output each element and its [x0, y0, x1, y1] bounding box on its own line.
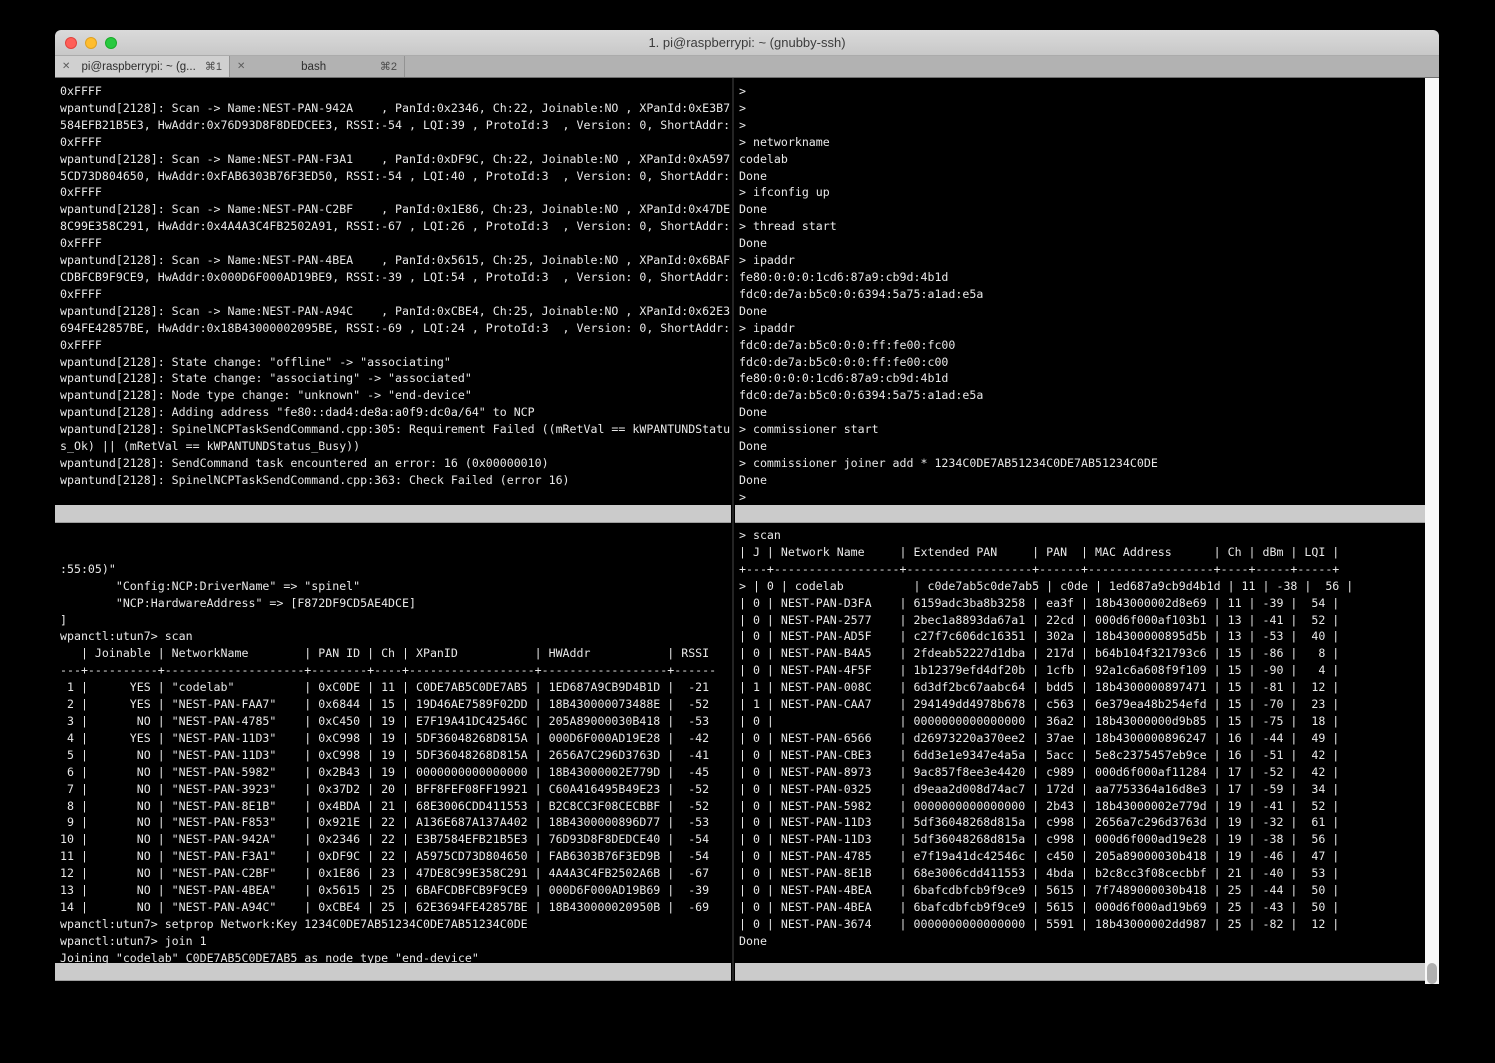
window-title: 1. pi@raspberrypi: ~ (gnubby-ssh) [55, 30, 1439, 55]
traffic-lights [65, 37, 117, 49]
zoom-window-button[interactable] [105, 37, 117, 49]
tab-bar-filler [405, 56, 1439, 77]
desktop-background: 1. pi@raspberrypi: ~ (gnubby-ssh) ✕ pi@r… [0, 0, 1495, 1063]
terminal-window: 1. pi@raspberrypi: ~ (gnubby-ssh) ✕ pi@r… [55, 30, 1439, 985]
pane-title-label: 4 FTD Joiner [819, 983, 903, 985]
tab-bar: ✕ pi@raspberrypi: ~ (g... ⌘1 ✕ bash ⌘2 [55, 56, 1439, 78]
pane-wpantund-output[interactable]: 0xFFFF wpantund[2128]: Scan -> Name:NEST… [55, 78, 731, 505]
scrollbar-thumb[interactable] [1427, 963, 1437, 984]
tab-bash[interactable]: ✕ bash ⌘2 [230, 56, 405, 77]
ncp-joiner-text: :55:05)" "Config:NCP:DriverName" => "spi… [60, 561, 731, 963]
pane-title-label: 1 NCP Joiner [139, 983, 223, 985]
pane-ftd-joiner-output[interactable]: > scan | J | Network Name | Extended PAN… [735, 523, 1425, 963]
tab-close-icon[interactable]: ✕ [62, 61, 70, 72]
tab-shortcut: ⌘1 [205, 60, 222, 73]
minimize-window-button[interactable] [85, 37, 97, 49]
scrollbar-track[interactable] [1425, 78, 1439, 984]
terminal-content: 0xFFFF wpantund[2128]: Scan -> Name:NEST… [55, 78, 1439, 984]
pane-title-ncp-joiner[interactable]: 1 NCP Joiner [55, 963, 731, 981]
pane-split-divider[interactable] [732, 78, 734, 981]
close-window-button[interactable] [65, 37, 77, 49]
pane-ftd-commissioner-output[interactable]: > > > > networkname codelab Done > ifcon… [735, 78, 1425, 505]
tab-close-icon[interactable]: ✕ [237, 61, 245, 72]
pane-ncp-joiner-output[interactable]: :55:05)" "Config:NCP:DriverName" => "spi… [55, 523, 731, 963]
tab-shortcut: ⌘2 [380, 60, 397, 73]
tab-ssh-session[interactable]: ✕ pi@raspberrypi: ~ (g... ⌘1 [55, 56, 230, 77]
window-titlebar[interactable]: 1. pi@raspberrypi: ~ (gnubby-ssh) [55, 30, 1439, 56]
pane-title-ftd-joiner[interactable]: 4 FTD Joiner [735, 963, 1425, 981]
pane-title-ftd-commissioner[interactable]: 3 FTD Commissioner [735, 505, 1425, 523]
tab-label: bash [251, 61, 375, 73]
pane-title-wpantund[interactable]: 0 wpantund [55, 505, 731, 523]
tab-label: pi@raspberrypi: ~ (g... [76, 61, 200, 73]
